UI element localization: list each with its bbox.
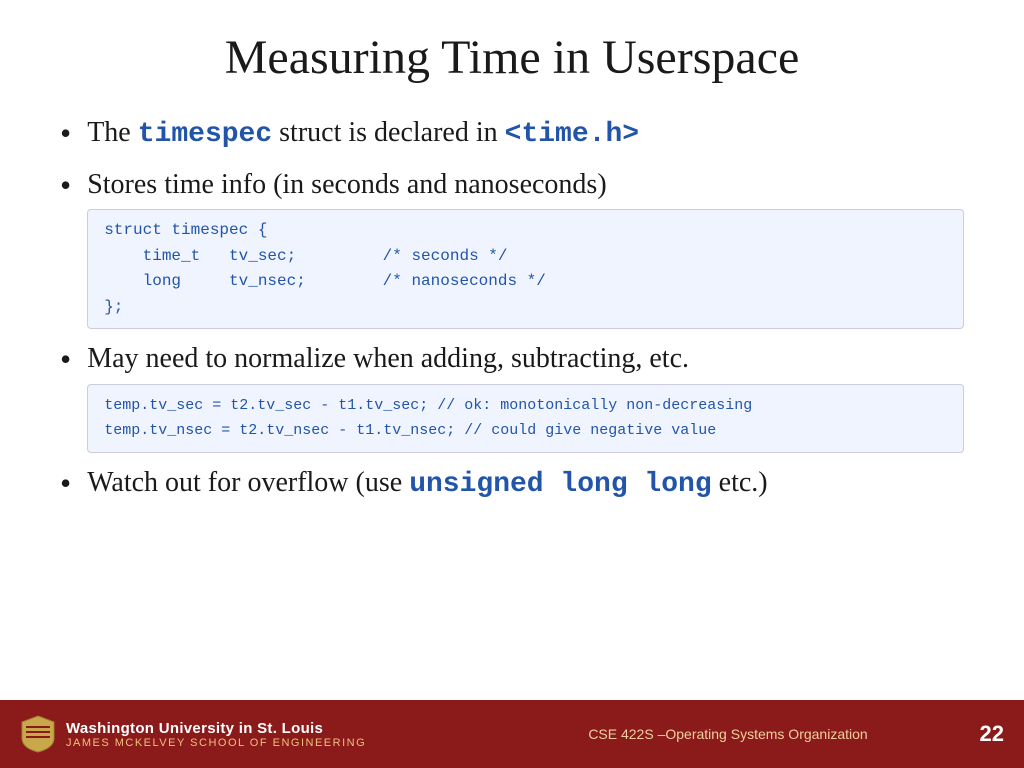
bullet-dot: • xyxy=(60,113,71,155)
slide-content: Measuring Time in Userspace • The timesp… xyxy=(0,0,1024,700)
code-line3: long tv_nsec; /* nanoseconds */ xyxy=(104,272,546,290)
bullet-list: • The timespec struct is declared in <ti… xyxy=(60,115,964,680)
bullet-text: The timespec struct is declared in <time… xyxy=(87,115,964,153)
list-item: • Stores time info (in seconds and nanos… xyxy=(60,167,964,330)
code-time-h: <time.h> xyxy=(505,119,639,150)
bullet-dot: • xyxy=(60,165,71,207)
bullet-text: May need to normalize when adding, subtr… xyxy=(87,341,964,452)
code-norm-line2: temp.tv_nsec = t2.tv_nsec - t1.tv_nsec; … xyxy=(104,422,716,439)
footer-school-name: Washington University in St. Louis James… xyxy=(66,720,366,749)
bullet-text: Watch out for overflow (use unsigned lon… xyxy=(87,465,964,503)
list-item: • The timespec struct is declared in <ti… xyxy=(60,115,964,155)
footer-page-number: 22 xyxy=(964,721,1004,747)
bullet2-text: Stores time info (in seconds and nanosec… xyxy=(87,169,606,200)
bullet4-before: Watch out for overflow (use xyxy=(87,467,409,498)
bullet-text: Stores time info (in seconds and nanosec… xyxy=(87,167,964,330)
text-middle: struct is declared in xyxy=(272,117,504,148)
code-block-normalize: temp.tv_sec = t2.tv_sec - t1.tv_sec; // … xyxy=(87,384,964,453)
university-name: Washington University in St. Louis xyxy=(66,720,366,737)
code-line1: struct timespec { xyxy=(104,221,267,239)
code-line4: }; xyxy=(104,298,123,316)
footer: Washington University in St. Louis James… xyxy=(0,700,1024,768)
bullet4-after: etc.) xyxy=(712,467,768,498)
wustl-logo xyxy=(20,714,56,754)
bullet3-text: May need to normalize when adding, subtr… xyxy=(87,343,689,374)
code-norm-line1: temp.tv_sec = t2.tv_sec - t1.tv_sec; // … xyxy=(104,397,752,414)
code-block-timespec: struct timespec { time_t tv_sec; /* seco… xyxy=(87,209,964,329)
text-before: The xyxy=(87,117,138,148)
code-unsigned-long: unsigned long long xyxy=(409,469,711,500)
school-name: James McKelvey School of Engineering xyxy=(66,737,366,749)
footer-course: CSE 422S –Operating Systems Organization xyxy=(492,726,964,742)
code-timespec: timespec xyxy=(138,119,272,150)
code-line2: time_t tv_sec; /* seconds */ xyxy=(104,247,507,265)
bullet-dot: • xyxy=(60,339,71,381)
footer-logo-area: Washington University in St. Louis James… xyxy=(20,714,492,754)
bullet-dot: • xyxy=(60,463,71,505)
list-item: • Watch out for overflow (use unsigned l… xyxy=(60,465,964,505)
list-item: • May need to normalize when adding, sub… xyxy=(60,341,964,452)
slide-title: Measuring Time in Userspace xyxy=(60,30,964,85)
